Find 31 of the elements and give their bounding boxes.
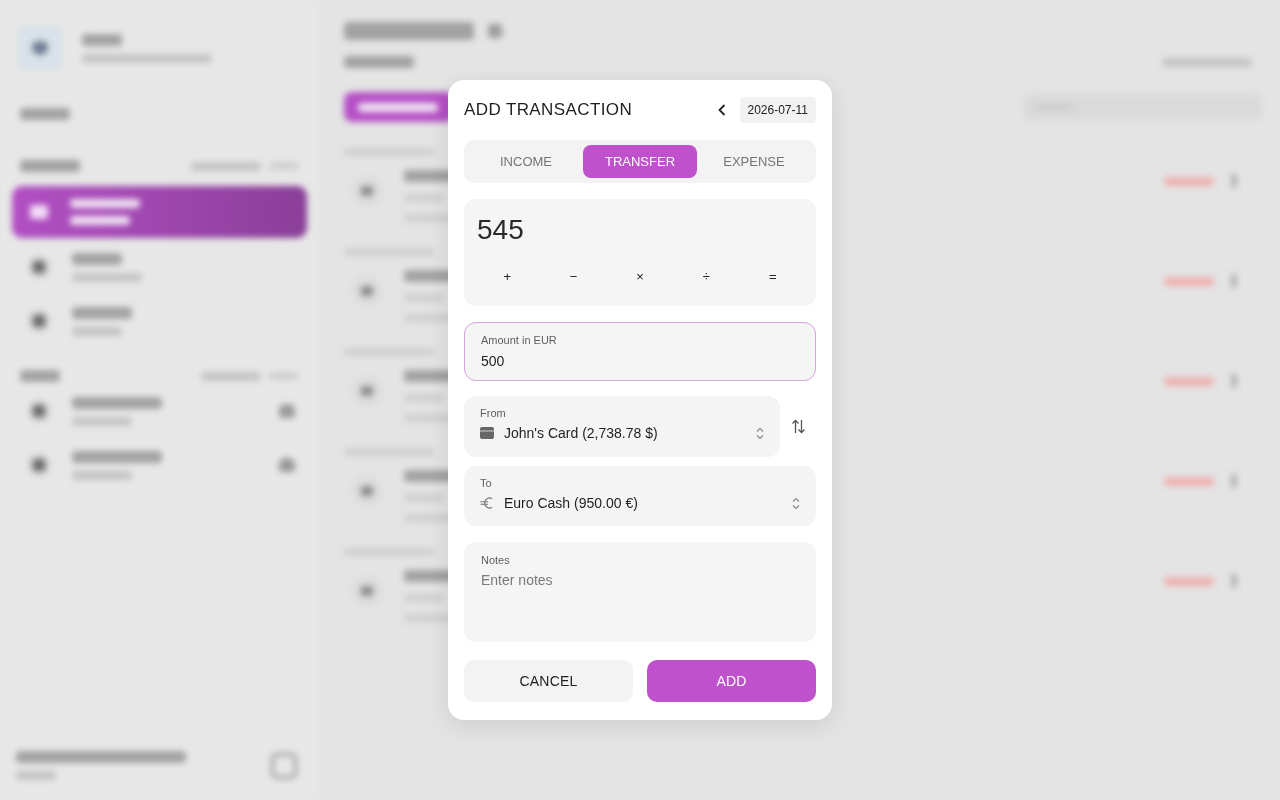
to-account-select[interactable]: To Euro Cash (950.00 €) <box>464 466 816 526</box>
operator-button[interactable]: × <box>628 265 652 287</box>
operator-button[interactable]: ÷ <box>694 265 718 287</box>
type-tab[interactable]: EXPENSE <box>697 145 811 178</box>
select-value: John's Card (2,738.78 $) <box>504 424 659 442</box>
up-down-chevron-icon <box>792 496 800 510</box>
field-label: To <box>480 476 492 490</box>
amount-field[interactable]: Amount in EUR 500 <box>464 322 816 381</box>
add-button[interactable]: ADD <box>647 660 816 702</box>
swap-arrows-icon <box>790 419 806 434</box>
field-label: Amount in EUR <box>481 333 557 347</box>
select-value: Euro Cash (950.00 €) <box>504 494 639 512</box>
operator-button[interactable]: − <box>561 265 586 287</box>
chevron-left-icon <box>717 104 726 116</box>
calculator-display: 545 <box>476 213 524 247</box>
euro-icon <box>480 497 494 509</box>
type-tab[interactable]: INCOME <box>469 145 583 178</box>
date-button[interactable]: 2026-07-11 <box>739 97 816 123</box>
from-account-select[interactable]: From John's Card (2,738.78 $) <box>464 396 780 457</box>
up-down-chevron-icon <box>756 426 764 440</box>
operator-button[interactable]: = <box>761 265 785 287</box>
field-label: From <box>480 406 506 420</box>
type-tab[interactable]: TRANSFER <box>583 145 697 178</box>
notes-field[interactable]: Notes Enter notes <box>464 542 816 642</box>
dialog-title: ADD TRANSACTION <box>464 100 633 120</box>
field-label: Notes <box>481 553 510 567</box>
amount-input[interactable]: 500 <box>481 352 799 370</box>
notes-input[interactable]: Enter notes <box>481 572 799 633</box>
operator-button[interactable]: + <box>495 265 519 287</box>
cancel-button[interactable]: CANCEL <box>464 660 633 702</box>
card-icon <box>480 427 494 439</box>
